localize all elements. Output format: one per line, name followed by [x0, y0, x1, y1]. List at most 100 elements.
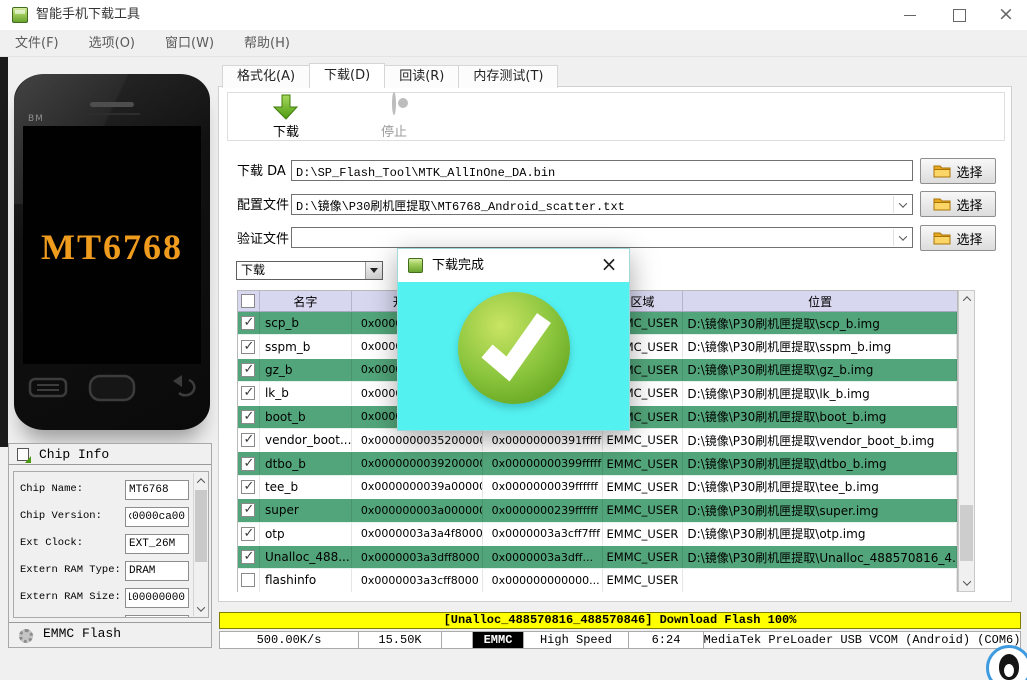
partition-name: lk_b — [260, 382, 352, 405]
close-button[interactable] — [990, 0, 1022, 30]
table-row[interactable]: tee_b 0x0000000039a00000 0x0000000039fff… — [238, 475, 958, 500]
chip-extra-field[interactable] — [125, 615, 189, 617]
phone-speaker-line — [84, 113, 140, 115]
dialog-title-bar[interactable]: 下载完成 — [398, 249, 629, 282]
maximize-button[interactable] — [943, 0, 975, 30]
dropdown-arrow-icon[interactable] — [365, 262, 382, 279]
choose-scatter-button[interactable]: 选择 — [920, 191, 996, 217]
chip-info-panel: Chip Info Chip Name: Chip Version: Ext C… — [8, 443, 212, 648]
ext-clock-field[interactable] — [125, 534, 189, 554]
table-row[interactable]: vendor_boot... 0x0000000035200000 0x0000… — [238, 428, 958, 453]
auth-file-input[interactable] — [292, 230, 912, 250]
col-location[interactable]: 位置 — [683, 291, 957, 311]
row-checkbox[interactable] — [241, 549, 256, 565]
table-row[interactable]: Unalloc_488... 0x0000003a3dff8000 0x0000… — [238, 545, 958, 570]
status-time: 6:24 — [628, 631, 704, 649]
phone-screen: MT6768 — [23, 126, 201, 364]
select-all-checkbox[interactable] — [241, 294, 256, 308]
menu-window[interactable]: 窗口(W) — [150, 30, 229, 57]
folder-icon — [933, 165, 951, 178]
tab-readback[interactable]: 回读(R) — [384, 65, 460, 88]
region: EMMC_USER — [603, 522, 684, 545]
tab-download[interactable]: 下载(D) — [309, 63, 386, 88]
scrollbar-thumb[interactable] — [195, 490, 207, 562]
row-checkbox[interactable] — [241, 573, 256, 588]
scroll-up-icon[interactable] — [959, 291, 974, 307]
auth-file-label: 验证文件 — [237, 232, 290, 247]
chip-info-fields: Chip Name: Chip Version: Ext Clock: Exte… — [13, 471, 209, 618]
tab-format[interactable]: 格式化(A) — [222, 65, 311, 88]
download-da-input[interactable] — [292, 163, 912, 183]
location: D:\镜像\P30刷机匣提取\super.img — [683, 499, 958, 522]
ram-size-field[interactable] — [125, 588, 189, 608]
start-address: 0x0000000039a00000 — [352, 475, 483, 499]
menu-options[interactable]: 选项(O) — [74, 30, 150, 57]
status-storage-badge: EMMC — [472, 631, 524, 649]
region: EMMC_USER — [603, 475, 684, 499]
scrollbar-thumb[interactable] — [960, 505, 973, 561]
emmc-flash-label[interactable]: EMMC Flash — [43, 626, 121, 641]
row-checkbox[interactable] — [241, 456, 256, 471]
table-scrollbar[interactable] — [958, 290, 975, 592]
partition-name: Unalloc_488... — [260, 545, 352, 569]
row-checkbox[interactable] — [241, 362, 256, 377]
region: EMMC_USER — [603, 428, 684, 452]
scroll-down-icon[interactable] — [194, 601, 208, 616]
mode-select[interactable]: 下载 — [236, 261, 383, 280]
table-row[interactable]: dtbo_b 0x0000000039200000 0x00000000399f… — [238, 452, 958, 476]
region: EMMC_USER — [603, 545, 684, 569]
table-row[interactable]: flashinfo 0x0000003a3cff8000 0x000000000… — [238, 569, 958, 593]
stop-button-label: 停止 — [380, 125, 407, 140]
chevron-down-icon[interactable] — [893, 229, 911, 246]
row-checkbox[interactable] — [241, 339, 256, 354]
partition-name: flashinfo — [260, 569, 352, 592]
table-row[interactable]: otp 0x0000003a3a4f8000 0x0000003a3cff7ff… — [238, 522, 958, 546]
download-da-input-wrap — [291, 160, 913, 183]
scatter-file-input[interactable] — [292, 196, 912, 215]
chevron-down-icon[interactable] — [893, 196, 911, 213]
download-button-label: 下载 — [272, 125, 299, 140]
row-checkbox[interactable] — [241, 409, 256, 424]
success-check-icon — [458, 292, 570, 404]
row-checkbox[interactable] — [241, 315, 256, 331]
col-name[interactable]: 名字 — [260, 291, 352, 311]
title-bar: 智能手机下载工具 — [0, 0, 1027, 30]
row-checkbox[interactable] — [241, 502, 256, 518]
chip-version-field[interactable] — [125, 507, 189, 527]
location: D:\镜像\P30刷机匣提取\scp_b.img — [683, 312, 958, 335]
scroll-up-icon[interactable] — [194, 473, 208, 488]
menu-file[interactable]: 文件(F) — [0, 30, 74, 57]
download-button[interactable]: 下载 — [256, 94, 316, 140]
download-complete-dialog: 下载完成 — [397, 248, 630, 431]
menu-help[interactable]: 帮助(H) — [229, 30, 305, 57]
dialog-title: 下载完成 — [432, 258, 485, 273]
partition-name: otp — [260, 522, 352, 545]
start-address: 0x0000000035200000 — [352, 428, 483, 452]
location: D:\镜像\P30刷机匣提取\tee_b.img — [683, 475, 958, 499]
row-checkbox[interactable] — [241, 526, 256, 541]
partition-name: super — [260, 499, 352, 522]
start-address: 0x0000003a3dff8000 — [352, 545, 483, 569]
scroll-down-icon[interactable] — [959, 575, 974, 591]
chip-name-label: Chip Name: — [20, 483, 84, 495]
row-checkbox[interactable] — [241, 385, 256, 401]
end-address: 0x0000003a3cff7fff — [483, 522, 603, 545]
download-arrow-icon — [273, 94, 299, 120]
chip-phone-icon — [17, 448, 31, 463]
tab-memory-test[interactable]: 内存测试(T) — [458, 65, 559, 88]
qq-penguin-icon[interactable] — [986, 645, 1027, 680]
ram-type-field[interactable] — [125, 561, 189, 581]
choose-da-button[interactable]: 选择 — [920, 158, 996, 184]
stop-button[interactable]: 停止 — [364, 92, 424, 140]
choose-auth-button[interactable]: 选择 — [920, 225, 996, 251]
phone-illustration: BM MT6768 — [14, 74, 210, 430]
chip-info-scrollbar[interactable] — [193, 473, 207, 616]
chip-name-field[interactable] — [125, 480, 189, 500]
dialog-close-icon[interactable] — [595, 251, 623, 279]
row-checkbox[interactable] — [241, 432, 256, 448]
row-checkbox[interactable] — [241, 479, 256, 494]
table-row[interactable]: super 0x000000003a000000 0x0000000239fff… — [238, 499, 958, 523]
end-address: 0x0000000039ffffff — [483, 475, 603, 499]
minimize-button[interactable] — [894, 0, 926, 30]
chip-row: Ext Clock: — [14, 534, 208, 554]
